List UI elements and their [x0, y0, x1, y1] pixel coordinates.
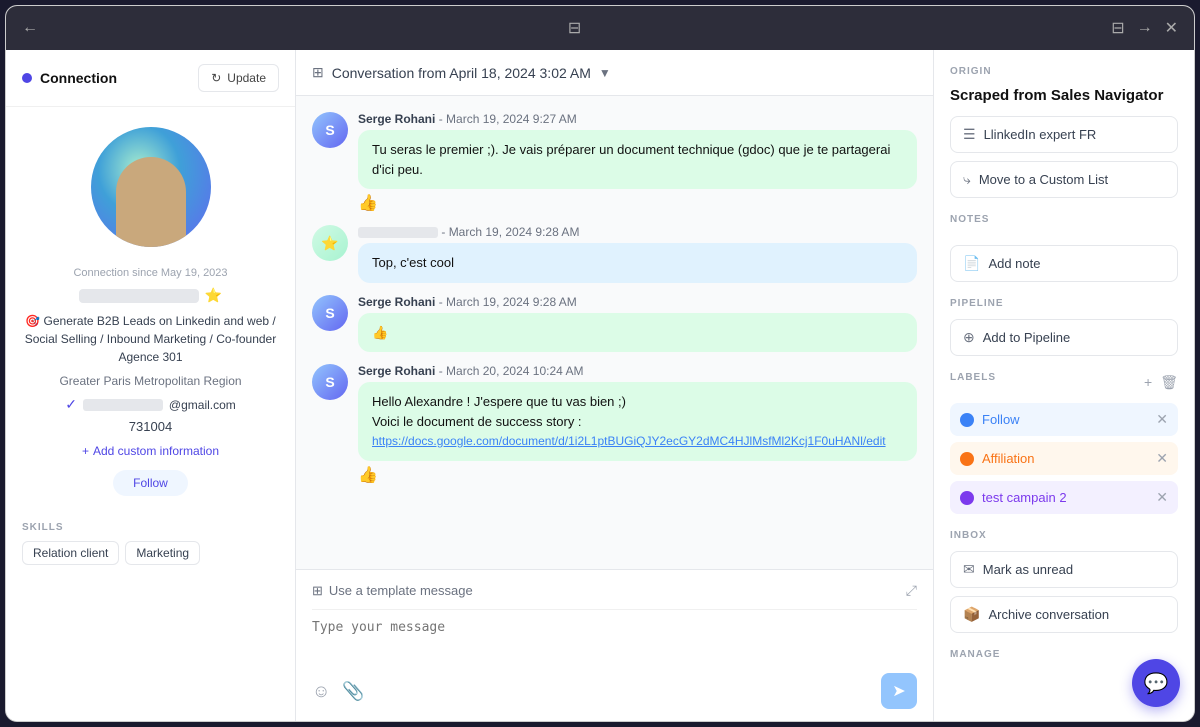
manage-label: MANAGE: [950, 649, 1178, 660]
remove-follow-label[interactable]: ✕: [1156, 411, 1168, 428]
remove-affiliation-label[interactable]: ✕: [1156, 450, 1168, 467]
title-bar: ← ⊟ ⊟ → ✕: [6, 6, 1194, 50]
notes-label: NOTES: [950, 214, 989, 225]
email-blurred: [83, 399, 163, 411]
message-row: S Serge Rohani - March 19, 2024 9:28 AM …: [312, 295, 917, 353]
forward-icon[interactable]: →: [1137, 19, 1153, 37]
test-dot: [960, 491, 974, 505]
archive-button[interactable]: 📦 Archive conversation: [950, 596, 1178, 633]
move-icon: ⤷: [963, 171, 971, 188]
pipeline-label: PIPELINE: [950, 298, 1178, 309]
message-input[interactable]: [312, 620, 917, 660]
sender-name: Serge Rohani: [358, 295, 435, 309]
message-reaction: 👍: [358, 193, 917, 213]
follow-dot: [960, 413, 974, 427]
message-bubble-text: Hello Alexandre ! J'espere que tu vas bi…: [358, 382, 917, 461]
left-panel: Connection ↻ Update Connection since May…: [6, 50, 296, 721]
archive-icon: 📦: [963, 606, 980, 623]
add-pipeline-button[interactable]: ⊕ Add to Pipeline: [950, 319, 1178, 356]
add-label-icon[interactable]: +: [1144, 374, 1152, 391]
template-icon: ⊞: [312, 583, 323, 599]
skill-tag: Marketing: [125, 541, 200, 565]
emoji-icon[interactable]: ☺: [312, 681, 330, 702]
follow-tag: Follow: [113, 470, 188, 496]
linkedin-list-button[interactable]: ☰ LlinkedIn expert FR: [950, 116, 1178, 153]
verified-icon: ✓: [65, 396, 77, 413]
skill-tag: Relation client: [22, 541, 119, 565]
panel-toggle-icon[interactable]: ⊟: [568, 18, 581, 38]
center-panel: ⊞ Conversation from April 18, 2024 3:02 …: [296, 50, 934, 721]
attach-icon[interactable]: 📎: [342, 681, 364, 702]
message-link[interactable]: https://docs.google.com/document/d/1i2L1…: [372, 434, 886, 448]
sender-avatar-other: ⭐: [312, 225, 348, 261]
conversation-icon: ⊞: [312, 64, 324, 81]
send-button[interactable]: ➤: [881, 673, 917, 709]
panel-toggle-icon-2[interactable]: ⊟: [1111, 18, 1124, 38]
scraped-title: Scraped from Sales Navigator: [950, 87, 1178, 104]
message-row: S Serge Rohani - March 20, 2024 10:24 AM…: [312, 364, 917, 485]
connection-since: Connection since May 19, 2023: [22, 267, 279, 279]
inbox-label: INBOX: [950, 530, 1178, 541]
back-icon[interactable]: ←: [22, 19, 38, 37]
dropdown-arrow-icon[interactable]: ▼: [599, 66, 611, 80]
contact-location: Greater Paris Metropolitan Region: [22, 374, 279, 388]
contact-bio: 🎯 Generate B2B Leads on Linkedin and web…: [22, 312, 279, 366]
contact-phone: 731004: [22, 419, 279, 434]
avatar: [91, 127, 211, 247]
star-icon: ⭐: [205, 287, 222, 304]
origin-label: ORIGIN: [950, 66, 1178, 77]
connection-label: Connection: [22, 70, 117, 86]
pipeline-icon: ⊕: [963, 329, 975, 346]
right-panel: ORIGIN Scraped from Sales Navigator ☰ Ll…: [934, 50, 1194, 721]
conversation-title: Conversation from April 18, 2024 3:02 AM: [332, 65, 591, 81]
sender-avatar: S: [312, 112, 348, 148]
label-affiliation: Affiliation ✕: [950, 442, 1178, 475]
list-icon: ☰: [963, 126, 976, 143]
add-custom-button[interactable]: + Add custom information: [22, 444, 279, 458]
label-follow: Follow ✕: [950, 403, 1178, 436]
affiliation-dot: [960, 452, 974, 466]
sender-avatar: S: [312, 295, 348, 331]
note-icon: 📄: [963, 255, 980, 272]
mark-unread-button[interactable]: ✉ Mark as unread: [950, 551, 1178, 588]
sender-name-blurred: [358, 227, 438, 238]
skills-heading: SKILLS: [22, 522, 279, 533]
sender-name: Serge Rohani: [358, 364, 435, 378]
messages-area: S Serge Rohani - March 19, 2024 9:27 AM …: [296, 96, 933, 569]
contact-name-blurred: [79, 289, 199, 303]
compose-area: ⊞ Use a template message ⤢ ☺ 📎 ➤: [296, 569, 933, 721]
message-row: ⭐ - March 19, 2024 9:28 AM Top, c'est co…: [312, 225, 917, 283]
message-bubble-text: Top, c'est cool: [358, 243, 917, 283]
sender-avatar: S: [312, 364, 348, 400]
update-button[interactable]: ↻ Update: [198, 64, 279, 92]
email-suffix: @gmail.com: [169, 398, 236, 412]
floating-chat-button[interactable]: 💬: [1132, 659, 1180, 707]
sender-name: Serge Rohani: [358, 112, 435, 126]
expand-icon[interactable]: ⤢: [906, 582, 917, 599]
message-bubble-text: 👍: [358, 313, 917, 353]
message-row: S Serge Rohani - March 19, 2024 9:27 AM …: [312, 112, 917, 213]
template-button[interactable]: ⊞ Use a template message: [312, 583, 473, 599]
message-reaction: 👍: [358, 465, 917, 485]
unread-icon: ✉: [963, 561, 975, 578]
message-time: - March 19, 2024 9:28 AM: [441, 225, 579, 239]
move-list-button[interactable]: ⤷ Move to a Custom List: [950, 161, 1178, 198]
delete-label-icon[interactable]: 🗑: [1160, 374, 1178, 391]
close-icon[interactable]: ✕: [1165, 18, 1178, 38]
message-bubble-text: Tu seras le premier ;). Je vais préparer…: [358, 130, 917, 189]
remove-test-label[interactable]: ✕: [1156, 489, 1168, 506]
label-test: test campain 2 ✕: [950, 481, 1178, 514]
status-dot: [22, 73, 32, 83]
message-time: - March 19, 2024 9:27 AM: [439, 112, 577, 126]
message-time: - March 19, 2024 9:28 AM: [439, 295, 577, 309]
add-note-button[interactable]: 📄 Add note: [950, 245, 1178, 282]
message-time: - March 20, 2024 10:24 AM: [439, 364, 584, 378]
labels-label: LABELS: [950, 372, 996, 383]
